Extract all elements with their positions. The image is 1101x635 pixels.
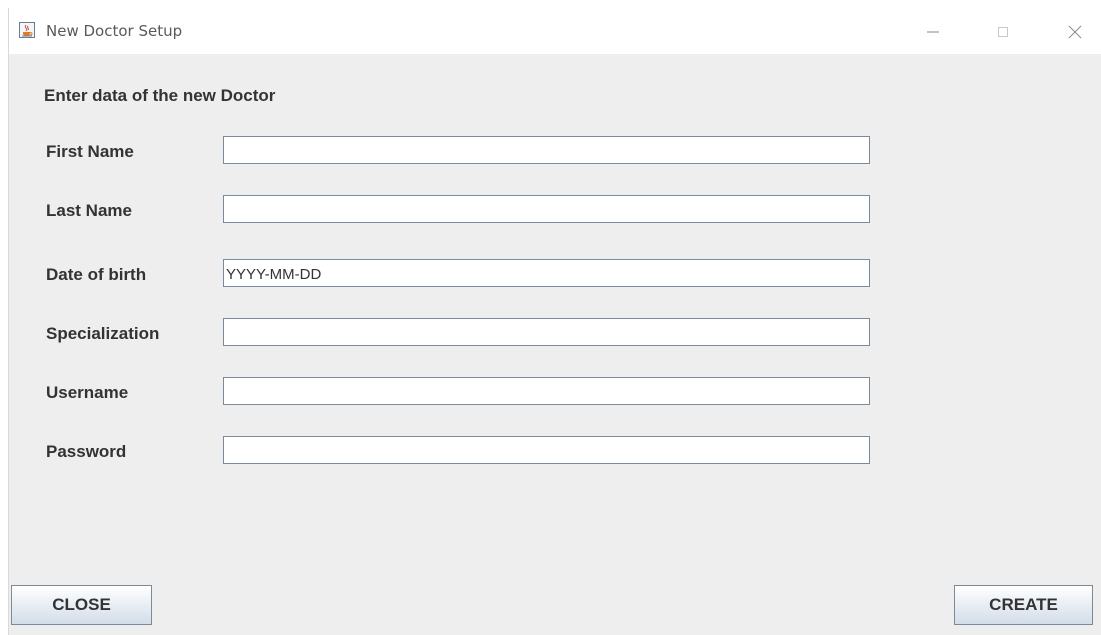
date-of-birth-field[interactable] (223, 259, 870, 287)
date-of-birth-label: Date of birth (46, 265, 147, 284)
new-doctor-setup-window: New Doctor Setup Enter data of the new D… (8, 8, 1101, 635)
window-title: New Doctor Setup (46, 22, 183, 40)
username-field[interactable] (223, 377, 870, 405)
password-label: Password (46, 442, 127, 461)
password-field[interactable] (223, 436, 870, 464)
specialization-label: Specialization (46, 324, 160, 343)
minimize-icon (927, 31, 939, 33)
maximize-icon (998, 27, 1008, 37)
close-button[interactable]: CLOSE (11, 585, 152, 625)
last-name-field[interactable] (223, 195, 870, 223)
first-name-field[interactable] (223, 136, 870, 164)
create-button[interactable]: CREATE (954, 585, 1093, 625)
minimize-button[interactable] (910, 17, 956, 47)
java-cup-icon (19, 22, 35, 38)
close-icon (1068, 25, 1082, 39)
specialization-field[interactable] (223, 318, 870, 346)
maximize-button[interactable] (980, 17, 1026, 47)
close-window-button[interactable] (1052, 17, 1098, 47)
title-bar: New Doctor Setup (9, 8, 1101, 54)
username-label: Username (46, 383, 129, 402)
first-name-label: First Name (46, 142, 134, 161)
form-heading: Enter data of the new Doctor (44, 86, 276, 105)
last-name-label: Last Name (46, 201, 132, 220)
